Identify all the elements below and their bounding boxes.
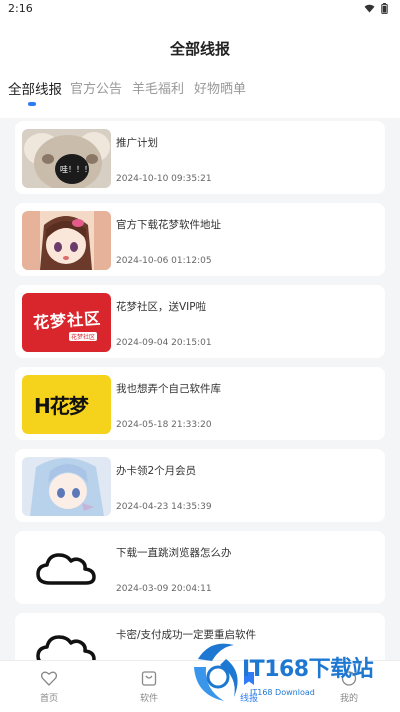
post-title: 官方下载花梦软件地址 xyxy=(116,219,221,231)
watermark-subtext: IT168 Download xyxy=(250,688,315,697)
wifi-icon xyxy=(364,4,375,13)
post-date: 2024-05-18 21:33:20 xyxy=(116,420,212,430)
header: 全部线报 全部线报 官方公告 羊毛福利 好物晒单 xyxy=(0,18,400,118)
post-card[interactable]: H花梦 我也想弄个自己软件库 2024-05-18 21:33:20 xyxy=(15,367,385,440)
post-title: 推广计划 xyxy=(116,137,158,149)
post-title: 花梦社区，送VIP啦 xyxy=(116,301,207,313)
post-date: 2024-09-04 20:15:01 xyxy=(116,338,212,348)
post-date: 2024-10-10 09:35:21 xyxy=(116,174,212,184)
watermark: IT168下载站 IT168 Download xyxy=(190,633,400,712)
thumbnail-caption: H花梦 xyxy=(34,394,89,418)
bag-icon xyxy=(141,671,157,686)
active-tab-indicator xyxy=(28,102,36,106)
battery-icon xyxy=(381,3,388,14)
post-thumbnail: 花梦社区 花梦社区 xyxy=(22,293,111,352)
post-thumbnail xyxy=(22,457,111,516)
post-card[interactable]: 官方下载花梦软件地址 2024-10-06 01:12:05 xyxy=(15,203,385,276)
thumbnail-caption: 哇！！！ xyxy=(60,165,92,174)
post-card[interactable]: 哇！！！ 推广计划 2024-10-10 09:35:21 xyxy=(15,121,385,194)
nav-label: 首页 xyxy=(39,694,58,704)
watermark-text: IT168下载站 xyxy=(242,657,374,682)
post-card[interactable]: 下载一直跳浏览器怎么办 2024-03-09 20:04:11 xyxy=(15,531,385,604)
status-bar: 2:16 xyxy=(0,0,400,18)
post-title: 办卡领2个月会员 xyxy=(116,465,197,477)
heart-icon xyxy=(41,671,57,686)
post-card[interactable]: 花梦社区 花梦社区 花梦社区，送VIP啦 2024-09-04 20:15:01 xyxy=(15,285,385,358)
tab-official-announcements[interactable]: 官方公告 xyxy=(70,78,122,97)
post-thumbnail xyxy=(22,211,111,270)
watermark-logo xyxy=(194,643,238,701)
thumbnail-caption: 花梦社区 xyxy=(32,308,102,333)
tab-all-deals[interactable]: 全部线报 xyxy=(8,78,62,98)
nav-home[interactable]: 首页 xyxy=(14,661,84,712)
cloud-icon xyxy=(22,539,111,598)
tab-bar: 全部线报 官方公告 羊毛福利 好物晒单 xyxy=(0,78,400,112)
nav-label: 软件 xyxy=(139,694,158,704)
post-card[interactable]: 办卡领2个月会员 2024-04-23 14:35:39 xyxy=(15,449,385,522)
post-title: 我也想弄个自己软件库 xyxy=(116,383,221,395)
post-date: 2024-10-06 01:12:05 xyxy=(116,256,212,266)
post-thumbnail: 哇！！！ xyxy=(22,129,111,188)
nav-software[interactable]: 软件 xyxy=(114,661,184,712)
status-icons xyxy=(364,3,388,14)
post-date: 2024-03-09 20:04:11 xyxy=(116,584,212,594)
tab-freebies[interactable]: 羊毛福利 xyxy=(132,78,184,97)
post-thumbnail: H花梦 xyxy=(22,375,111,434)
post-title: 下载一直跳浏览器怎么办 xyxy=(116,547,232,559)
status-time: 2:16 xyxy=(8,2,33,15)
page-title: 全部线报 xyxy=(169,40,230,58)
post-date: 2024-04-23 14:35:39 xyxy=(116,502,212,512)
tab-product-showcase[interactable]: 好物晒单 xyxy=(194,78,246,97)
thumbnail-subcaption: 花梦社区 xyxy=(69,332,98,341)
